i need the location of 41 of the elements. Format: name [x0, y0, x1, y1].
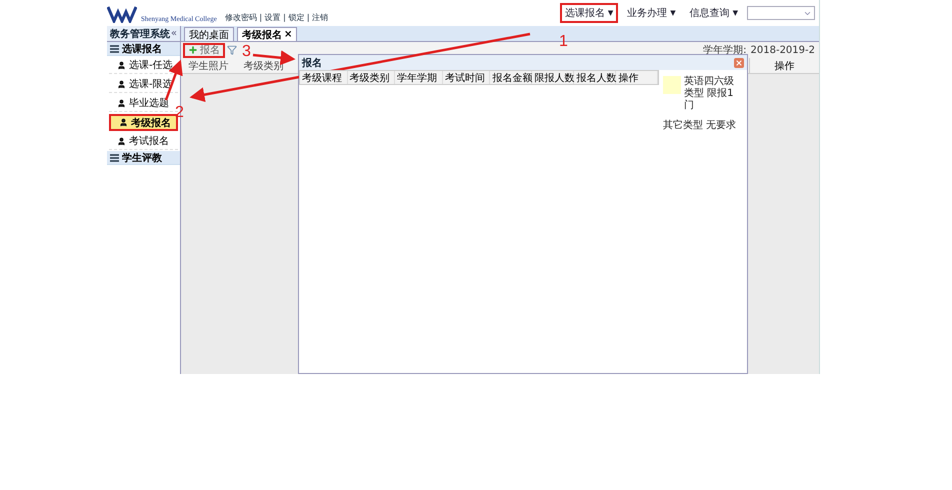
- sidebar-group[interactable]: 学生评教: [107, 151, 180, 165]
- account-links[interactable]: 修改密码 | 设置 | 锁定 | 注销: [224, 12, 328, 23]
- term-label: 学年学期:: [703, 44, 747, 57]
- legend-text: 英语四六级类型 限报1门: [684, 76, 735, 112]
- list-icon: [110, 44, 119, 52]
- column-header: 考级类别: [348, 71, 396, 84]
- dialog-title: 报名: [302, 56, 322, 70]
- sidebar-group[interactable]: 选课报名: [107, 42, 180, 56]
- close-button[interactable]: [734, 58, 744, 68]
- user-icon: [119, 118, 128, 127]
- column-header: 报名金额: [490, 71, 532, 84]
- column-header: 报名人数: [574, 71, 616, 84]
- sidebar-item[interactable]: 考级报名: [109, 114, 178, 131]
- list-icon: [110, 154, 119, 162]
- system-title: 教务管理系统: [110, 28, 170, 40]
- collapse-button[interactable]: «: [170, 28, 177, 39]
- user-icon: [117, 98, 126, 108]
- column-header: 学年学期: [395, 71, 443, 84]
- annotation-number: 3: [242, 44, 251, 60]
- close-icon: [735, 58, 743, 66]
- register-button[interactable]: 报名: [183, 42, 225, 58]
- tab[interactable]: 考级报名 ×: [237, 27, 298, 41]
- tab[interactable]: 我的桌面: [184, 27, 234, 41]
- column-header: 操作: [616, 71, 658, 84]
- column-header: 学生照片: [188, 60, 230, 73]
- plus-icon: [188, 45, 198, 55]
- college-logo-icon: [107, 5, 137, 23]
- user-icon: [117, 60, 126, 70]
- select-field[interactable]: [747, 6, 815, 20]
- legend-text: 其它类型 无要求: [663, 120, 736, 132]
- annotation-number: 1: [559, 34, 568, 50]
- column-header: 考试时间: [442, 71, 490, 84]
- user-icon: [117, 136, 126, 146]
- filter-icon[interactable]: [227, 45, 237, 55]
- term-value: 2018-2019-2: [750, 44, 815, 56]
- user-icon: [117, 80, 126, 88]
- sidebar-item[interactable]: 考试报名: [109, 133, 178, 150]
- column-header: 限报人数: [532, 71, 574, 84]
- column-header: 操作: [749, 58, 819, 73]
- sidebar-item[interactable]: 选课-任选: [109, 57, 178, 74]
- column-header: 考级课程: [300, 71, 348, 84]
